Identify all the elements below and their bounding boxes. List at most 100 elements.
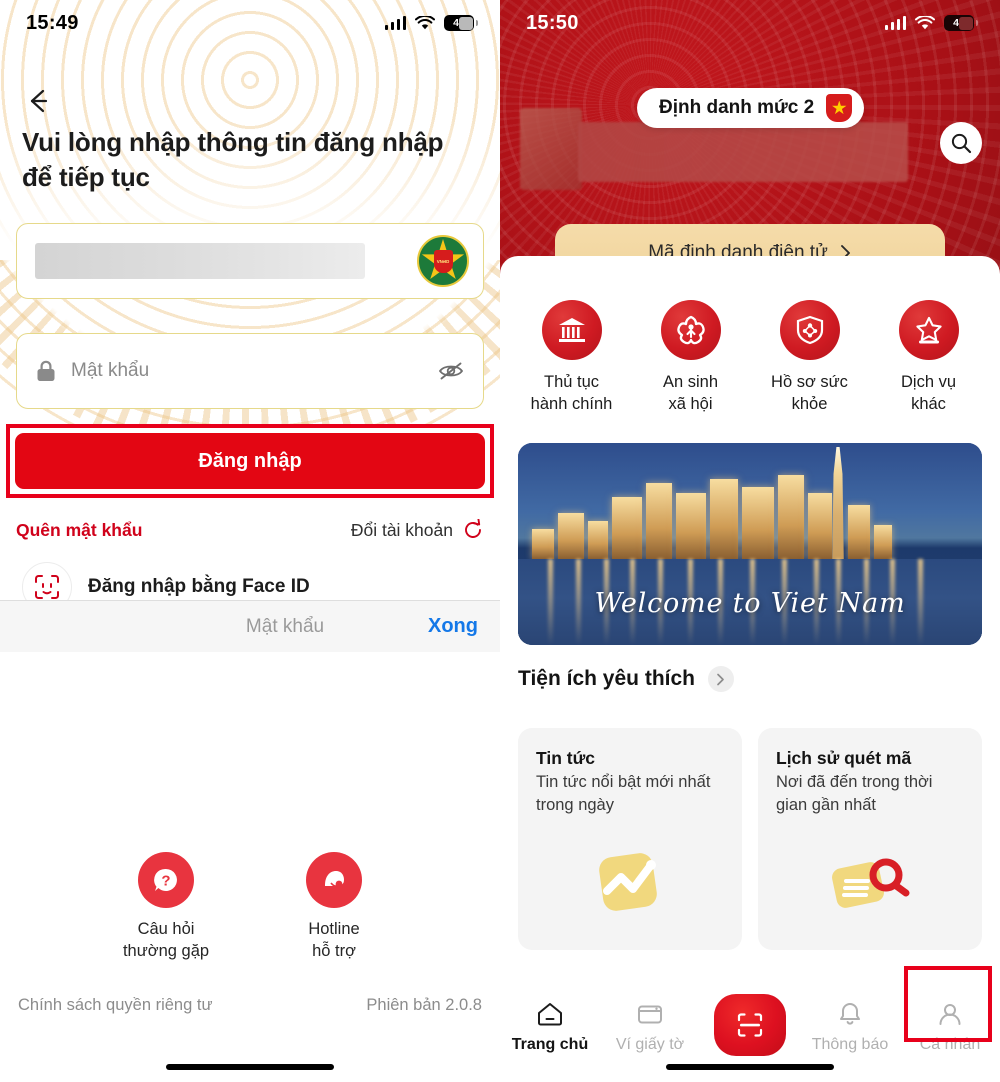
tab-thong-bao[interactable]: Thông báo: [800, 1000, 900, 1054]
welcome-banner[interactable]: Welcome to Viet Nam: [518, 443, 982, 645]
favorites-cards: Tin tức Tin tức nổi bật mới nhất trong n…: [518, 728, 982, 950]
card-tin-tuc[interactable]: Tin tức Tin tức nổi bật mới nhất trong n…: [518, 728, 742, 950]
building: [742, 487, 774, 559]
tab-label: Ví giấy tờ: [615, 1036, 685, 1053]
password-field[interactable]: Mật khẩu: [16, 333, 484, 409]
card-description: Nơi đã đến trong thời gian gần nhất: [776, 773, 933, 814]
app-version-label: Phiên bản 2.0.8: [366, 996, 482, 1014]
building: [848, 505, 870, 559]
tab-vi-giay-to[interactable]: Ví giấy tờ: [600, 1000, 700, 1054]
quick-action-label: An sinh xã hội: [662, 373, 719, 414]
quick-action-label: Hồ sơ sức khỏe: [771, 373, 848, 414]
forgot-password-link[interactable]: Quên mật khẩu: [16, 520, 142, 541]
identity-level-label: Định danh mức 2: [659, 97, 815, 118]
card-lich-su-quet-ma[interactable]: Lịch sử quét mã Nơi đã đến trong thời gi…: [758, 728, 982, 950]
building: [874, 525, 892, 559]
home-icon: [538, 1003, 562, 1026]
login-links-row: Quên mật khẩu Đổi tài khoản: [16, 519, 484, 541]
government-building-icon: [541, 300, 602, 360]
battery-icon: 41: [944, 15, 978, 31]
tab-trang-chu[interactable]: Trang chủ: [500, 1000, 600, 1054]
building: [778, 475, 804, 559]
faq-help-item[interactable]: ? Câu hỏi thường gặp: [111, 852, 221, 963]
building: [532, 529, 554, 559]
profile-name-redacted: [578, 122, 908, 182]
help-row: ? Câu hỏi thường gặp Hotline hỗ trợ: [0, 852, 500, 963]
building: [612, 497, 642, 559]
login-button-highlight-box: Đăng nhập: [6, 424, 494, 498]
banner-caption: Welcome to Viet Nam: [594, 588, 906, 619]
cellular-signal-icon: [384, 16, 406, 30]
vneid-shield: VNeID: [433, 249, 453, 273]
tab-ca-nhan[interactable]: Cá nhân: [900, 1000, 1000, 1054]
faq-help-label: Câu hỏi thường gặp: [122, 920, 210, 961]
username-field[interactable]: VNeID: [16, 223, 484, 299]
keyboard-done-button[interactable]: Xong: [428, 615, 478, 638]
building: [588, 521, 608, 559]
identity-level-badge[interactable]: Định danh mức 2: [637, 88, 865, 128]
hotline-help-label: Hotline hỗ trợ: [308, 920, 360, 961]
password-placeholder: Mật khẩu: [71, 360, 150, 381]
avatar: [520, 108, 582, 190]
status-time: 15:49: [26, 11, 79, 34]
status-bar-right: 15:50 41: [500, 0, 1000, 46]
social-welfare-flower-icon: [660, 300, 721, 360]
favorites-header: Tiện ích yêu thích: [518, 666, 734, 692]
switch-account-button[interactable]: Đổi tài khoản: [351, 519, 484, 541]
building: [558, 513, 584, 559]
vneid-logo-icon: VNeID: [417, 235, 469, 287]
status-icons: 42: [384, 15, 478, 31]
faceid-login-label: Đăng nhập bằng Face ID: [88, 576, 310, 597]
back-arrow-icon[interactable]: [22, 84, 56, 118]
quick-action-ho-so-suc-khoe[interactable]: Hồ sơ sức khỏe: [755, 300, 865, 416]
home-indicator-left: [166, 1064, 334, 1070]
shield-star-icon: [826, 94, 853, 122]
search-icon: [951, 133, 972, 154]
screenshot-root: 15:49 42 Vui lòng nhập thông tin đăng nh…: [0, 0, 1000, 1082]
wifi-icon: [915, 15, 935, 29]
cellular-signal-icon: [884, 16, 906, 30]
refresh-icon: [465, 519, 481, 538]
username-value-redacted: [35, 243, 365, 279]
tab-label: Trang chủ: [511, 1036, 589, 1053]
svg-text:?: ?: [161, 873, 170, 890]
status-time: 15:50: [526, 11, 579, 34]
card-title: Tin tức: [536, 748, 596, 768]
building: [808, 493, 832, 559]
tab-label: Cá nhân: [919, 1036, 981, 1053]
card-title: Lịch sử quét mã: [776, 748, 912, 768]
bell-icon: [840, 1003, 860, 1025]
privacy-policy-link[interactable]: Chính sách quyền riêng tư: [18, 996, 213, 1015]
tab-label: Thông báo: [811, 1036, 889, 1053]
battery-level: 41: [953, 16, 965, 29]
switch-account-label: Đổi tài khoản: [350, 519, 453, 540]
hotline-support-icon: [306, 852, 362, 908]
card-description: Tin tức nổi bật mới nhất trong ngày: [536, 773, 711, 814]
lock-icon: [37, 360, 55, 381]
health-shield-icon: [779, 300, 840, 360]
wifi-icon: [415, 15, 435, 29]
page-title: Vui lòng nhập thông tin đăng nhập để tiế…: [22, 127, 444, 192]
quick-action-label: Thủ tục hành chính: [530, 373, 613, 414]
scan-history-magnifier-icon: [758, 838, 982, 924]
status-icons: 41: [884, 15, 978, 31]
favorites-title: Tiện ích yêu thích: [518, 667, 695, 690]
vneid-logo-text: VNeID: [436, 258, 450, 264]
quick-action-dich-vu-khac[interactable]: Dịch vụ khác: [874, 300, 984, 416]
wallet-icon: [638, 1005, 662, 1024]
login-screen: 15:49 42 Vui lòng nhập thông tin đăng nh…: [0, 0, 500, 1082]
quick-action-label: Dịch vụ khác: [900, 373, 957, 414]
person-icon: [939, 1004, 961, 1025]
hotline-help-item[interactable]: Hotline hỗ trợ: [279, 852, 389, 963]
building: [710, 479, 738, 559]
scan-qr-icon[interactable]: [714, 994, 786, 1056]
tab-scan[interactable]: [700, 994, 800, 1064]
quick-action-an-sinh-xa-hoi[interactable]: An sinh xã hội: [636, 300, 746, 416]
quick-action-thu-tuc-hanh-chinh[interactable]: Thủ tục hành chính: [517, 300, 627, 416]
login-button[interactable]: Đăng nhập: [15, 433, 485, 489]
favorites-chevron-button[interactable]: [707, 666, 734, 692]
keyboard-body: [0, 652, 500, 670]
eye-off-icon[interactable]: [437, 359, 465, 383]
search-button[interactable]: [940, 122, 982, 164]
star-services-icon: [898, 300, 959, 360]
